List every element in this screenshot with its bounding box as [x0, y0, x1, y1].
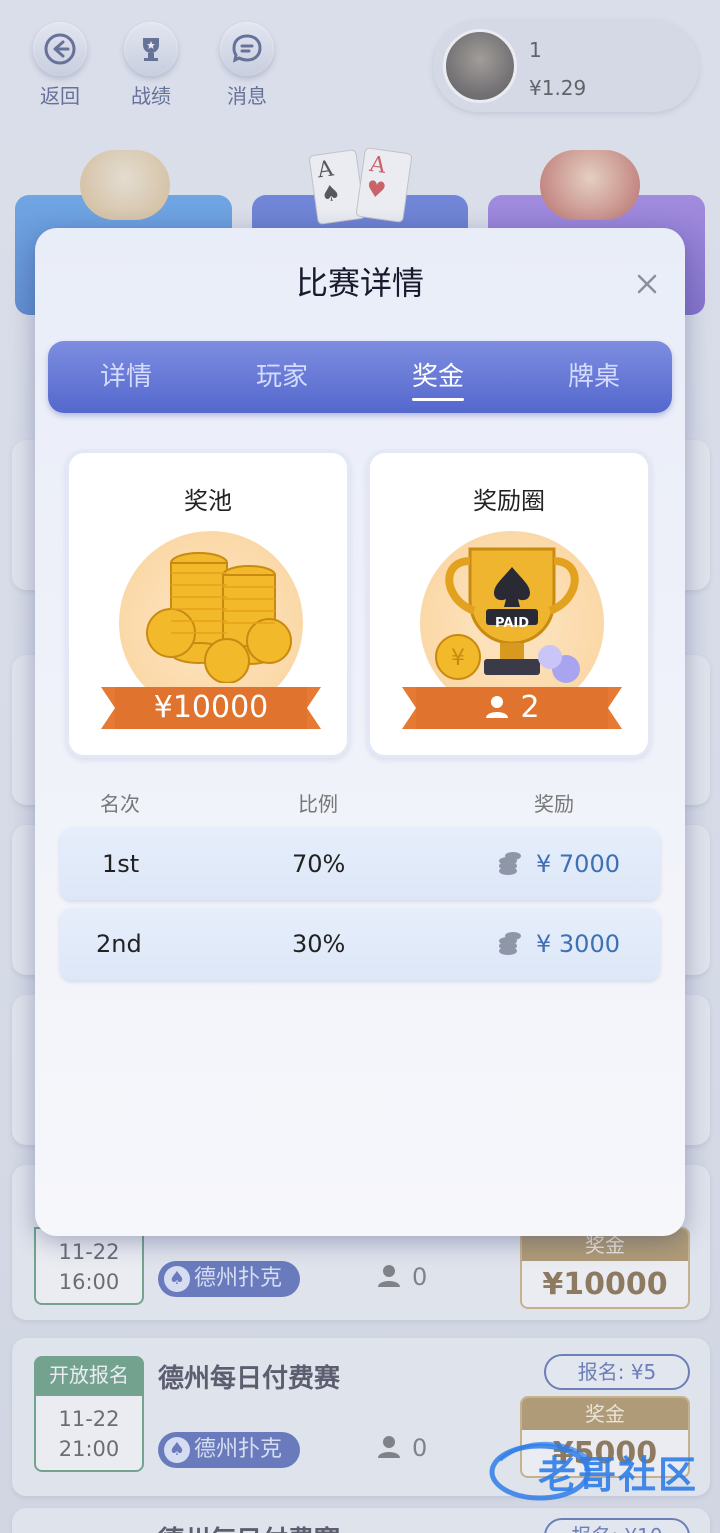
- ratio-cell: 30%: [292, 930, 346, 958]
- watermark-logo: 老哥社区: [480, 1430, 710, 1520]
- reward-cell: ¥ 7000: [498, 828, 620, 900]
- reward-circle-label: 奖励圈: [473, 487, 545, 515]
- reward-value: ¥ 7000: [536, 850, 620, 878]
- svg-text:¥: ¥: [451, 646, 465, 671]
- trophy-paid-text: PAID: [494, 616, 530, 631]
- prize-pool-value: ¥10000: [153, 690, 269, 725]
- reward-cell: ¥ 3000: [498, 908, 620, 980]
- user-icon: [486, 696, 509, 718]
- reward-circle-value: 2: [520, 690, 540, 725]
- reward-circle-card: 奖励圈 ¥ PAID 2: [367, 450, 651, 758]
- table-row: 1st 70% ¥ 7000: [60, 828, 660, 900]
- coin-stack-icon: [499, 932, 522, 955]
- modal-title: 比赛详情: [295, 264, 424, 302]
- prize-pool-card: 奖池 ¥10000: [66, 450, 350, 758]
- tab-tables[interactable]: 牌桌: [516, 341, 672, 413]
- watermark-text: 老哥社区: [538, 1453, 699, 1497]
- ratio-cell: 70%: [292, 850, 346, 878]
- reward-value: ¥ 3000: [536, 930, 620, 958]
- reward-circle-value-wrap: 2: [402, 683, 622, 733]
- tournament-detail-modal: 比赛详情 详情 玩家 奖金 牌桌 奖池 ¥10000 奖励圈 ¥ PAID 2 …: [35, 228, 685, 1236]
- tab-players[interactable]: 玩家: [204, 341, 360, 413]
- tab-prize[interactable]: 奖金: [360, 341, 516, 413]
- close-icon: [637, 274, 657, 294]
- column-header-ratio: 比例: [298, 792, 338, 816]
- coins-icon: [146, 552, 292, 683]
- rank-cell: 2nd: [96, 930, 142, 958]
- table-row: 2nd 30% ¥ 3000: [60, 908, 660, 980]
- close-button[interactable]: [631, 268, 663, 300]
- rank-cell: 1st: [102, 850, 140, 878]
- trophy-icon: ¥: [435, 547, 580, 683]
- tab-details[interactable]: 详情: [48, 341, 204, 413]
- coin-stack-icon: [499, 852, 522, 875]
- column-header-reward: 奖励: [534, 792, 574, 816]
- prize-pool-label: 奖池: [184, 487, 232, 515]
- tab-bar: 详情 玩家 奖金 牌桌: [48, 341, 672, 413]
- column-header-rank: 名次: [100, 792, 140, 816]
